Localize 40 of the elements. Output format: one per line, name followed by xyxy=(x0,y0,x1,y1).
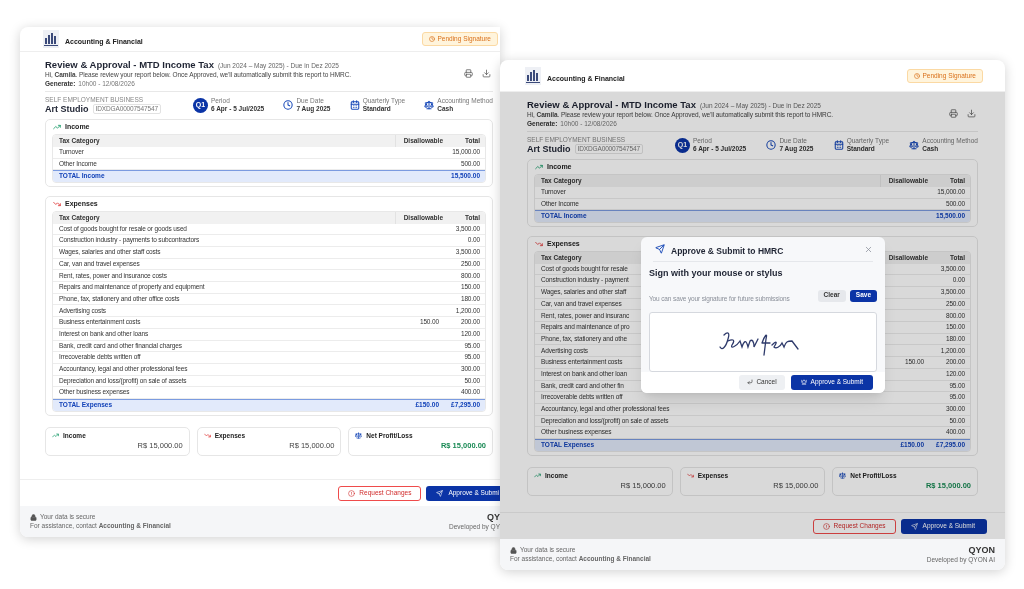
trend-down-icon xyxy=(53,199,61,208)
calendar-icon xyxy=(833,140,844,151)
page-title: Review & Approval - MTD Income Tax xyxy=(45,59,214,72)
developer-logo: QY xyxy=(487,512,500,523)
return-icon xyxy=(747,379,754,386)
clock-icon xyxy=(283,100,294,111)
logo-icon xyxy=(525,66,541,85)
scale-icon xyxy=(909,140,920,151)
lock-icon xyxy=(510,546,517,554)
scale-icon xyxy=(355,432,363,440)
send-icon xyxy=(910,522,918,530)
print-button[interactable] xyxy=(464,69,473,79)
print-button[interactable] xyxy=(949,109,958,119)
trend-down-icon xyxy=(203,432,211,440)
alert-icon xyxy=(822,522,830,530)
page-title: Review & Approval - MTD Income Tax xyxy=(527,99,696,112)
developer-logo: QYON xyxy=(968,545,995,556)
scale-icon xyxy=(839,472,847,480)
send-icon xyxy=(655,244,665,254)
logo-icon xyxy=(43,30,59,48)
lock-icon xyxy=(30,513,37,521)
trend-up-icon xyxy=(53,123,61,132)
clock-icon xyxy=(766,140,777,151)
crown-icon xyxy=(800,379,807,386)
business-name: Art Studio xyxy=(45,103,89,115)
trend-up-icon xyxy=(535,163,543,172)
download-button[interactable] xyxy=(482,69,491,79)
dialog-title: Approve & Submit to HMRC xyxy=(671,246,784,256)
scale-icon xyxy=(424,100,435,111)
dialog-heading: Sign with your mouse or stylus xyxy=(649,267,783,280)
trend-down-icon xyxy=(686,472,694,480)
send-icon xyxy=(436,489,444,497)
trend-up-icon xyxy=(52,432,59,440)
close-button[interactable] xyxy=(863,244,873,254)
trend-up-icon xyxy=(534,472,541,480)
business-name: Art Studio xyxy=(527,143,571,155)
calendar-icon xyxy=(349,100,360,111)
download-button[interactable] xyxy=(967,109,976,119)
trend-down-icon xyxy=(535,239,543,248)
alert-icon xyxy=(348,489,356,497)
